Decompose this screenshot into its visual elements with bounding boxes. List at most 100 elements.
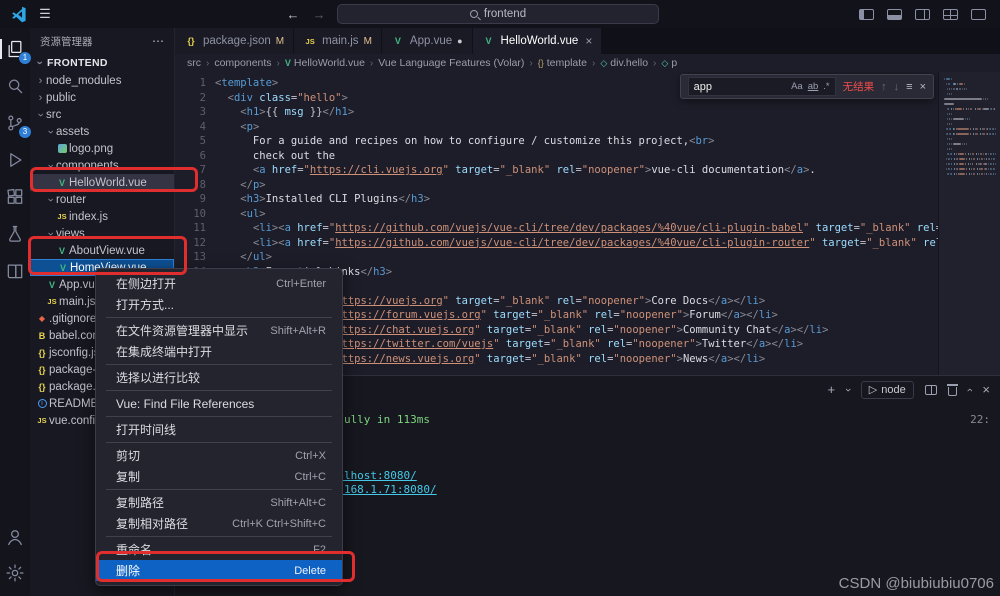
terminal-shell-tab[interactable]: ▷ node [861, 381, 914, 399]
activity-references-icon[interactable] [4, 260, 26, 282]
tab-App.vue[interactable]: VApp.vue● [382, 28, 473, 54]
tree-item-router[interactable]: ›router [30, 191, 174, 208]
customize-layout-icon[interactable] [943, 9, 958, 20]
breadcrumb-item[interactable]: VHelloWorld.vue [285, 57, 365, 69]
toggle-panel-icon[interactable] [887, 9, 902, 20]
code-line[interactable]: check out the [215, 149, 1000, 164]
breadcrumb-item[interactable]: src [187, 57, 201, 69]
tree-item-src[interactable]: ›src [30, 106, 174, 123]
code-line[interactable]: </p> [215, 178, 1000, 193]
menu-separator [106, 364, 332, 365]
code-line[interactable]: <h1>{{ msg }}</h1> [215, 105, 1000, 120]
breadcrumb-item[interactable]: {}template [538, 57, 587, 69]
menu-icon[interactable]: ☰ [37, 6, 53, 22]
tree-item-views[interactable]: ›views [30, 225, 174, 242]
tree-item-AboutView.vue[interactable]: VAboutView.vue [30, 242, 174, 259]
find-previous-icon[interactable]: ↑ [881, 81, 887, 93]
tree-item-index.js[interactable]: JSindex.js [30, 208, 174, 225]
menu-item-复制路径[interactable]: 复制路径Shift+Alt+C [96, 492, 342, 513]
maximize-panel-icon[interactable]: › [963, 388, 977, 392]
code-line[interactable]: <a href="https://cli.vuejs.org" target="… [215, 163, 1000, 178]
close-find-icon[interactable]: × [920, 81, 926, 93]
minimap-segment [991, 108, 992, 110]
split-terminal-icon[interactable] [925, 385, 937, 395]
minimap-segment [944, 158, 945, 160]
find-input[interactable]: app Aa ab .* [688, 77, 836, 96]
menu-item-打开方式...[interactable]: 打开方式... [96, 294, 342, 315]
menu-item-复制相对路径[interactable]: 复制相对路径Ctrl+K Ctrl+Shift+C [96, 513, 342, 534]
tab-package.json[interactable]: {}package.jsonM [175, 28, 294, 54]
code-line[interactable]: <ul> [215, 207, 1000, 222]
code-token: </ [240, 179, 253, 191]
line-number: 10 [175, 207, 206, 222]
tree-item-assets[interactable]: ›assets [30, 123, 174, 140]
workspace-section-header[interactable]: › FRONTEND [30, 54, 174, 72]
code-line[interactable]: <li><a href="https://github.com/vuejs/vu… [215, 236, 1000, 251]
breadcrumb-item[interactable]: ◇p [661, 57, 677, 69]
kill-terminal-icon[interactable] [948, 387, 957, 396]
forward-arrow-icon[interactable]: → [311, 7, 327, 22]
code-line[interactable]: <li><a href="https://github.com/vuejs/vu… [215, 221, 1000, 236]
back-arrow-icon[interactable]: ← [285, 7, 301, 22]
tree-item-HelloWorld.vue[interactable]: VHelloWorld.vue [30, 174, 174, 191]
breadcrumb-item[interactable]: Vue Language Features (Volar) [378, 57, 524, 69]
toggle-sidebar-icon[interactable] [859, 9, 874, 20]
activity-search-icon[interactable] [4, 75, 26, 97]
menu-item-label: 删除 [116, 562, 140, 579]
code-line[interactable]: </ul> [215, 250, 1000, 265]
activity-run-debug-icon[interactable] [4, 149, 26, 171]
minimap-segment [968, 108, 969, 110]
match-case-icon[interactable]: Aa [791, 81, 803, 92]
tree-item-components[interactable]: ›components [30, 157, 174, 174]
activity-account-icon[interactable] [4, 526, 26, 548]
new-terminal-icon[interactable]: + [828, 383, 836, 397]
menu-item-在文件资源管理器中显示[interactable]: 在文件资源管理器中显示Shift+Alt+R [96, 320, 342, 341]
command-center-search[interactable]: frontend [337, 4, 659, 24]
toggle-secondary-sidebar-icon[interactable] [915, 9, 930, 20]
json-file-icon: {} [35, 365, 49, 375]
find-results: 无结果 [843, 79, 875, 94]
close-tab-icon[interactable]: × [585, 34, 592, 48]
explorer-actions-icon[interactable]: ⋯ [152, 34, 164, 48]
menu-item-重命名...[interactable]: 重命名...F2 [96, 539, 342, 560]
tree-item-node_modules[interactable]: ›node_modules [30, 72, 174, 89]
tab-HelloWorld.vue[interactable]: VHelloWorld.vue× [473, 28, 603, 54]
line-number: 8 [175, 178, 206, 193]
code-line[interactable]: For a guide and recipes on how to config… [215, 134, 1000, 149]
minimap[interactable] [938, 72, 1000, 375]
breadcrumb-item[interactable]: components [214, 57, 271, 69]
activity-settings-icon[interactable] [4, 562, 26, 584]
activity-explorer-icon[interactable]: 1 [4, 38, 26, 60]
menu-item-打开时间线[interactable]: 打开时间线 [96, 419, 342, 440]
code-line[interactable]: <p> [215, 120, 1000, 135]
breadcrumb-item[interactable]: ◇div.hello [600, 57, 648, 69]
regex-icon[interactable]: .* [823, 81, 829, 92]
close-panel-icon[interactable]: × [982, 383, 990, 397]
restore-window-icon[interactable] [971, 9, 986, 20]
tree-item-logo.png[interactable]: logo.png [30, 140, 174, 157]
minimap-segment [953, 128, 954, 130]
code-token: > [797, 338, 803, 350]
menu-item-Vue: Find File References[interactable]: Vue: Find File References [96, 393, 342, 414]
minimap-segment [993, 173, 994, 175]
find-in-selection-icon[interactable]: ≡ [906, 81, 912, 93]
menu-item-在侧边打开[interactable]: 在侧边打开Ctrl+Enter [96, 273, 342, 294]
menu-item-剪切[interactable]: 剪切Ctrl+X [96, 445, 342, 466]
breadcrumb[interactable]: src›components›VHelloWorld.vue›Vue Langu… [175, 54, 1000, 72]
terminal-dropdown-icon[interactable]: › [841, 388, 855, 392]
minimap-segment [973, 133, 974, 135]
menu-item-选择以进行比较[interactable]: 选择以进行比较 [96, 367, 342, 388]
minimap-segment [977, 158, 978, 160]
code-line[interactable]: <h3>Installed CLI Plugins</h3> [215, 192, 1000, 207]
tree-item-public[interactable]: ›public [30, 89, 174, 106]
menu-item-复制[interactable]: 复制Ctrl+C [96, 466, 342, 487]
activity-source-control-icon[interactable]: 3 [4, 112, 26, 134]
menu-item-在集成终端中打开[interactable]: 在集成终端中打开 [96, 341, 342, 362]
breadcrumb-label: p [671, 57, 677, 69]
activity-extensions-icon[interactable] [4, 186, 26, 208]
whole-word-icon[interactable]: ab [808, 81, 819, 92]
activity-testing-icon[interactable] [4, 223, 26, 245]
tab-main.js[interactable]: JSmain.jsM [294, 28, 382, 54]
find-next-icon[interactable]: ↓ [894, 81, 900, 93]
menu-item-删除[interactable]: 删除Delete [96, 560, 342, 581]
